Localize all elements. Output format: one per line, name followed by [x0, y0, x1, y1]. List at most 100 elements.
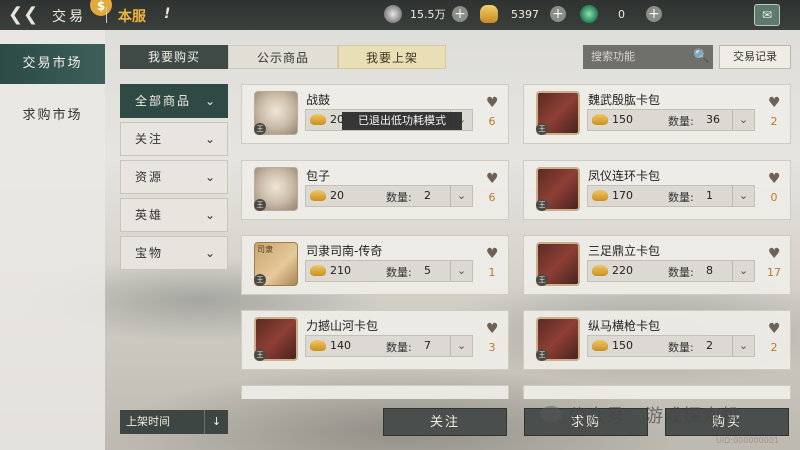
sidebar: 交易市场 求购市场	[0, 30, 105, 450]
add-silver-button[interactable]: +	[452, 6, 468, 22]
trade-records-button[interactable]: 交易记录	[719, 45, 791, 69]
back-arrow-icon[interactable]: ❮❮	[8, 5, 42, 25]
search-icon[interactable]: 🔍	[690, 45, 713, 69]
gold-amount: 5397	[511, 8, 539, 21]
filter-resources[interactable]: 资源 ⌄	[120, 160, 228, 194]
favorite-count: 6	[488, 115, 496, 128]
silver-amount: 15.5万	[410, 8, 446, 21]
gold-ingot-icon	[310, 190, 326, 201]
quantity-label: 数量:	[386, 191, 412, 204]
filter-label: 宝物	[135, 246, 164, 260]
filter-treasures[interactable]: 宝物 ⌄	[120, 236, 228, 270]
item-name: 三足鼎立卡包	[588, 244, 661, 258]
favorite-count: 17	[767, 266, 781, 279]
item-card[interactable]: 王 凤仪连环卡包 170 数量: 1 ⌄ ♥ 0	[523, 160, 791, 220]
bound-icon: 王	[254, 274, 266, 286]
sort-direction-icon[interactable]: ↓	[204, 410, 228, 434]
toast-message: 已退出低功耗模式	[342, 112, 462, 130]
filter-all-items[interactable]: 全部商品 ⌄	[120, 84, 228, 118]
tab-list-for-sale[interactable]: 我要上架	[338, 45, 446, 69]
bound-icon: 王	[254, 199, 266, 211]
quantity-label: 数量:	[668, 266, 694, 279]
item-price: 170	[612, 189, 633, 202]
activity-badge-icon[interactable]: $	[90, 0, 112, 16]
filter-label: 资源	[135, 170, 164, 184]
quantity-label: 数量:	[668, 115, 694, 128]
item-card-partial[interactable]	[241, 385, 509, 399]
gold-ingot-icon	[310, 265, 326, 276]
favorite-count: 3	[488, 341, 496, 354]
price-quantity-bar: 150 数量: 2 ⌄	[587, 335, 755, 357]
favorite-heart-icon[interactable]: ♥	[486, 321, 499, 337]
gold-ingot-icon	[592, 114, 608, 125]
quantity-value: 1	[706, 189, 713, 202]
page-title: 交易	[52, 9, 86, 25]
favorite-heart-icon[interactable]: ♥	[768, 246, 781, 262]
filter-label: 关注	[135, 132, 164, 146]
quantity-value: 36	[706, 113, 720, 126]
bound-icon: 王	[536, 274, 548, 286]
quantity-dropdown-icon[interactable]: ⌄	[450, 186, 472, 206]
item-card[interactable]: 王 包子 20 数量: 2 ⌄ ♥ 6	[241, 160, 509, 220]
quantity-value: 8	[706, 264, 713, 277]
item-price: 150	[612, 113, 633, 126]
favorite-count: 2	[770, 341, 778, 354]
quantity-dropdown-icon[interactable]: ⌄	[732, 336, 754, 356]
quantity-dropdown-icon[interactable]: ⌄	[450, 336, 472, 356]
favorite-heart-icon[interactable]: ♥	[768, 321, 781, 337]
quantity-dropdown-icon[interactable]: ⌄	[732, 186, 754, 206]
favorite-heart-icon[interactable]: ♥	[486, 171, 499, 187]
price-quantity-bar: 140 数量: 7 ⌄	[305, 335, 473, 357]
price-quantity-bar: 150 数量: 36 ⌄	[587, 109, 755, 131]
favorite-heart-icon[interactable]: ♥	[768, 171, 781, 187]
favorite-count: 0	[770, 191, 778, 204]
item-image-label: 司隶	[257, 245, 273, 254]
item-card[interactable]: 司隶 王 司隶司南-传奇 210 数量: 5 ⌄ ♥ 1	[241, 235, 509, 295]
mail-icon[interactable]: ✉	[754, 4, 780, 26]
quantity-label: 数量:	[386, 266, 412, 279]
price-quantity-bar: 20 数量: 2 ⌄	[305, 185, 473, 207]
item-name: 魏武殷肱卡包	[588, 93, 661, 107]
item-name: 司隶司南-传奇	[306, 244, 383, 258]
quantity-dropdown-icon[interactable]: ⌄	[732, 261, 754, 281]
gold-ingot-icon	[480, 5, 498, 23]
item-card[interactable]: 王 魏武殷肱卡包 150 数量: 36 ⌄ ♥ 2	[523, 84, 791, 144]
gold-ingot-icon	[310, 114, 326, 125]
info-icon[interactable]: !	[164, 6, 170, 22]
follow-button[interactable]: 关注	[383, 408, 507, 436]
gold-ingot-icon	[592, 190, 608, 201]
add-gold-button[interactable]: +	[550, 6, 566, 22]
filter-heroes[interactable]: 英雄 ⌄	[120, 198, 228, 232]
quantity-dropdown-icon[interactable]: ⌄	[732, 110, 754, 130]
item-card[interactable]: 王 三足鼎立卡包 220 数量: 8 ⌄ ♥ 17	[523, 235, 791, 295]
bound-icon: 王	[254, 349, 266, 361]
tab-buy[interactable]: 我要购买	[120, 45, 228, 69]
favorite-count: 6	[488, 191, 496, 204]
chevron-down-icon: ⌄	[204, 132, 217, 146]
item-price: 220	[612, 264, 633, 277]
item-name: 包子	[306, 169, 331, 183]
gold-ingot-icon	[310, 340, 326, 351]
quantity-value: 5	[424, 264, 431, 277]
sidebar-item-trade-market[interactable]: 交易市场	[0, 44, 105, 84]
jade-icon	[580, 5, 598, 23]
filter-label: 英雄	[135, 208, 164, 222]
watermark-text: 公众号 · 游戏探索机	[568, 406, 741, 427]
item-card[interactable]: 王 力撼山河卡包 140 数量: 7 ⌄ ♥ 3	[241, 310, 509, 370]
favorite-heart-icon[interactable]: ♥	[486, 95, 499, 111]
top-bar: ❮❮ 交易 $ 本服 ! 15.5万 + 5397 + 0 + ✉	[0, 0, 800, 30]
tab-public-items[interactable]: 公示商品	[228, 45, 338, 69]
add-jade-button[interactable]: +	[646, 6, 662, 22]
item-card-partial[interactable]	[523, 385, 791, 399]
item-card[interactable]: 王 纵马横枪卡包 150 数量: 2 ⌄ ♥ 2	[523, 310, 791, 370]
chevron-down-icon: ⌄	[204, 246, 217, 260]
filter-following[interactable]: 关注 ⌄	[120, 122, 228, 156]
favorite-heart-icon[interactable]: ♥	[486, 246, 499, 262]
quantity-dropdown-icon[interactable]: ⌄	[450, 261, 472, 281]
item-name: 战鼓	[306, 93, 331, 107]
favorite-heart-icon[interactable]: ♥	[768, 95, 781, 111]
item-name: 力撼山河卡包	[306, 319, 379, 333]
sidebar-item-buy-request-market[interactable]: 求购市场	[0, 96, 105, 136]
chevron-down-icon: ⌄	[204, 208, 217, 222]
gold-ingot-icon	[592, 340, 608, 351]
